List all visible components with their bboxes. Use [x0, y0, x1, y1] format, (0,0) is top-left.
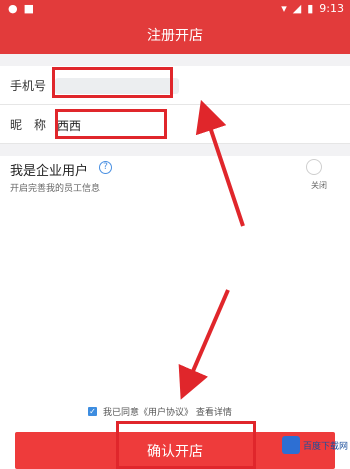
enterprise-desc: 开启完善我的员工信息 [10, 184, 101, 194]
battery-icon: ▮ [307, 2, 314, 15]
phone-row: 手机号 [0, 66, 350, 105]
annotation-arrow [178, 289, 230, 400]
nickname-label: 昵 称 [10, 118, 47, 132]
watermark-text: 百度下载网 [303, 441, 349, 452]
help-icon[interactable]: ? [99, 161, 112, 174]
page-title: 注册开店 [0, 18, 350, 54]
clock: 9:13 [319, 2, 344, 15]
status-bar: ● ■ ▾ ◢ ▮ 9:13 [0, 0, 350, 18]
watermark-logo-icon [282, 436, 300, 454]
agreement-text: 我已同意《用户协议》 查看详情 [103, 408, 232, 418]
agreement-row[interactable]: ✓ 我已同意《用户协议》 查看详情 [88, 405, 232, 418]
enterprise-toggle[interactable] [306, 159, 322, 175]
notification-icon: ● [8, 2, 18, 15]
notification-icon: ■ [23, 2, 35, 15]
phone-label: 手机号 [10, 79, 47, 93]
nickname-row: 昵 称 [0, 105, 350, 144]
toggle-label: 关闭 [311, 181, 327, 190]
phone-input[interactable] [55, 78, 179, 94]
agreement-checkbox[interactable]: ✓ [88, 407, 97, 416]
divider [0, 144, 350, 156]
wifi-icon: ▾ [281, 2, 287, 15]
watermark: 百度下载网 [282, 436, 348, 454]
nickname-input[interactable] [55, 113, 349, 137]
signal-icon: ◢ [292, 2, 302, 15]
enterprise-title: 我是企业用户 [10, 164, 89, 179]
